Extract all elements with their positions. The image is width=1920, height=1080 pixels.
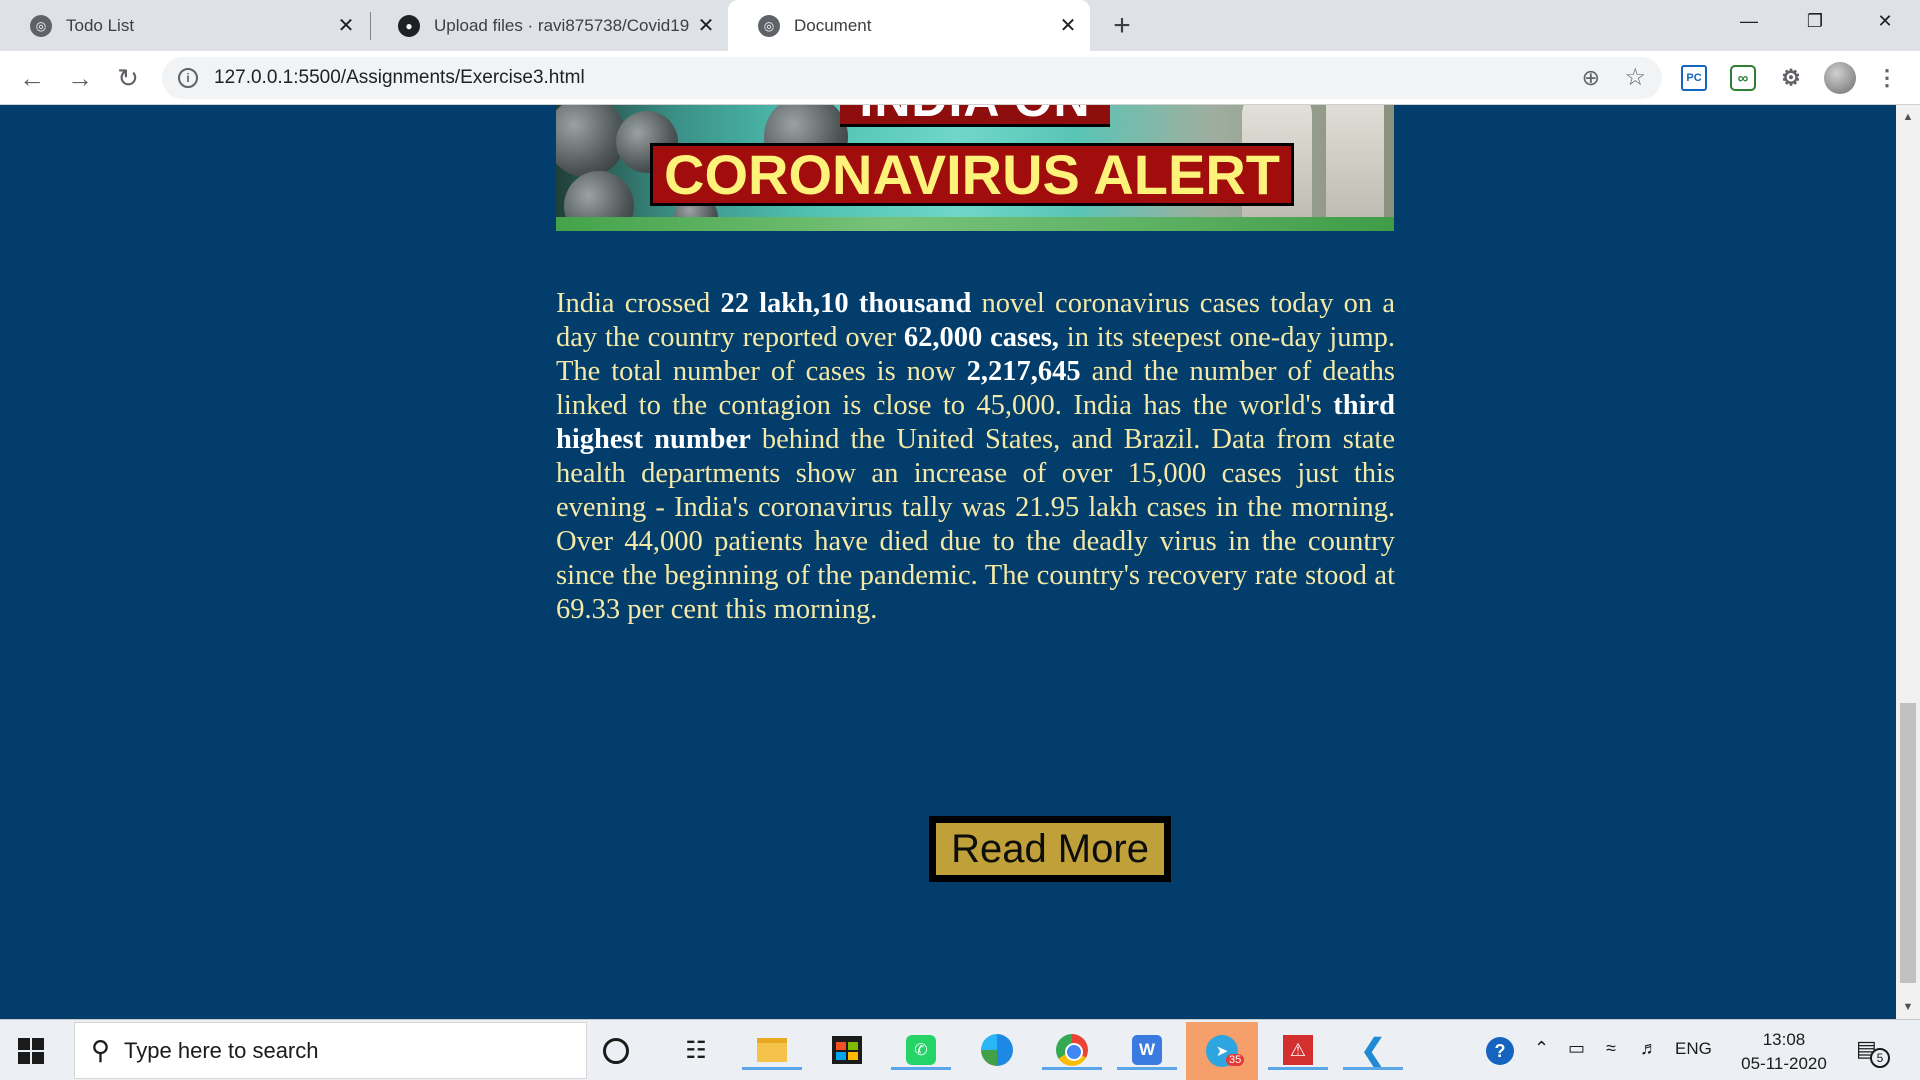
scroll-up-icon[interactable]: ▲	[1896, 107, 1920, 127]
corona-banner-image: INDIA ON CORONAVIRUS ALERT	[556, 105, 1394, 231]
telegram-badge: 35	[1226, 1054, 1245, 1066]
tab-document[interactable]: ◎ Document ✕	[728, 0, 1090, 51]
new-tab-button[interactable]: +	[1104, 8, 1140, 44]
paperclip-extension-icon[interactable]: ∞	[1730, 65, 1756, 91]
task-view-icon[interactable]: ☷	[676, 1030, 716, 1070]
address-bar[interactable]: i 127.0.0.1:5500/Assignments/Exercise3.h…	[162, 57, 1662, 99]
clock-date: 05-11-2020	[1741, 1054, 1827, 1073]
restore-icon[interactable]: ❐	[1786, 0, 1844, 42]
article-highlight: 22 lakh,10 thousand	[720, 288, 972, 319]
scroll-down-icon[interactable]: ▼	[1896, 997, 1920, 1017]
help-icon[interactable]: ?	[1486, 1037, 1514, 1065]
browser-toolbar: ← → ↻ i 127.0.0.1:5500/Assignments/Exerc…	[0, 51, 1920, 105]
article-highlight: 62,000 cases,	[903, 322, 1059, 353]
article-paragraph: India crossed 22 lakh,10 thousand novel …	[556, 287, 1395, 627]
windows-taskbar: ⚲ Type here to search ☷ ✆ W ➤ 35 ⚠ ❮ ? ⌃ …	[0, 1019, 1920, 1080]
chrome-icon[interactable]	[1042, 1030, 1102, 1070]
taskbar-search[interactable]: ⚲ Type here to search	[74, 1022, 587, 1079]
tab-title: Document	[794, 15, 872, 35]
ppe-figure	[1326, 105, 1384, 225]
close-icon[interactable]: ✕	[332, 12, 360, 40]
star-icon[interactable]: ☆	[1624, 63, 1646, 92]
github-icon: ●	[398, 14, 420, 37]
notification-icon[interactable]: ▤ 5	[1856, 1036, 1890, 1068]
tab-strip: ◎ Todo List ✕ ● Upload files · ravi87573…	[0, 0, 1920, 51]
wifi-icon[interactable]: ≈	[1606, 1038, 1616, 1059]
language-indicator[interactable]: ENG	[1675, 1039, 1712, 1059]
clock-time: 13:08	[1762, 1030, 1806, 1049]
forward-icon[interactable]: →	[62, 60, 98, 96]
globe-icon: ◎	[758, 14, 780, 37]
extensions-puzzle-icon[interactable]: ⚙	[1778, 65, 1804, 91]
window-close-icon[interactable]: ✕	[1856, 0, 1914, 42]
banner-top-text: INDIA ON	[840, 105, 1110, 127]
banner-alert-text: CORONAVIRUS ALERT	[650, 143, 1294, 206]
notification-count: 5	[1870, 1048, 1890, 1068]
search-placeholder: Type here to search	[124, 1037, 319, 1063]
search-icon: ⚲	[91, 1035, 111, 1065]
profile-avatar[interactable]	[1824, 62, 1856, 94]
zoom-icon[interactable]: ⊕	[1582, 65, 1600, 91]
windows-start-icon[interactable]	[18, 1038, 44, 1064]
article-text: India crossed	[556, 288, 721, 319]
page-viewport: INDIA ON CORONAVIRUS ALERT India crossed…	[0, 105, 1896, 1019]
more-menu-icon[interactable]: ⋮	[1874, 65, 1900, 91]
wps-writer-icon[interactable]: W	[1117, 1030, 1177, 1070]
show-hidden-icons-icon[interactable]: ⌃	[1534, 1038, 1549, 1059]
cortana-icon[interactable]	[603, 1038, 629, 1064]
telegram-icon[interactable]: ➤ 35	[1186, 1022, 1258, 1080]
read-more-button[interactable]: Read More	[929, 816, 1171, 882]
vscode-icon[interactable]: ❮	[1343, 1030, 1403, 1070]
tab-title: Upload files · ravi875738/Covid19	[434, 15, 690, 35]
file-explorer-icon[interactable]	[742, 1030, 802, 1070]
info-icon[interactable]: i	[178, 68, 198, 88]
close-icon[interactable]: ✕	[1054, 12, 1082, 40]
system-clock[interactable]: 13:08 05-11-2020	[1732, 1028, 1836, 1076]
url-text[interactable]: 127.0.0.1:5500/Assignments/Exercise3.htm…	[214, 67, 585, 89]
globe-icon: ◎	[30, 14, 52, 37]
battery-icon[interactable]: ▭	[1568, 1038, 1585, 1059]
tab-title: Todo List	[66, 15, 135, 35]
vertical-scrollbar[interactable]: ▲ ▼	[1896, 105, 1920, 1019]
tab-todo-list[interactable]: ◎ Todo List ✕	[0, 0, 368, 51]
pc-extension-icon[interactable]: PC	[1681, 65, 1707, 91]
reload-icon[interactable]: ↻	[110, 60, 146, 96]
volume-icon[interactable]: ♬	[1640, 1038, 1658, 1059]
close-icon[interactable]: ✕	[692, 12, 720, 40]
edge-icon[interactable]	[977, 1030, 1017, 1070]
back-icon[interactable]: ←	[14, 60, 50, 96]
whatsapp-icon[interactable]: ✆	[891, 1030, 951, 1070]
tab-upload-files[interactable]: ● Upload files · ravi875738/Covid19 ✕	[368, 0, 728, 51]
scroll-thumb[interactable]	[1900, 703, 1916, 983]
acrobat-icon[interactable]: ⚠	[1268, 1030, 1328, 1070]
article-highlight: 2,217,645	[966, 356, 1081, 387]
minimize-icon[interactable]: —	[1720, 0, 1778, 42]
store-icon[interactable]	[827, 1030, 867, 1070]
grass-strip	[556, 217, 1394, 231]
